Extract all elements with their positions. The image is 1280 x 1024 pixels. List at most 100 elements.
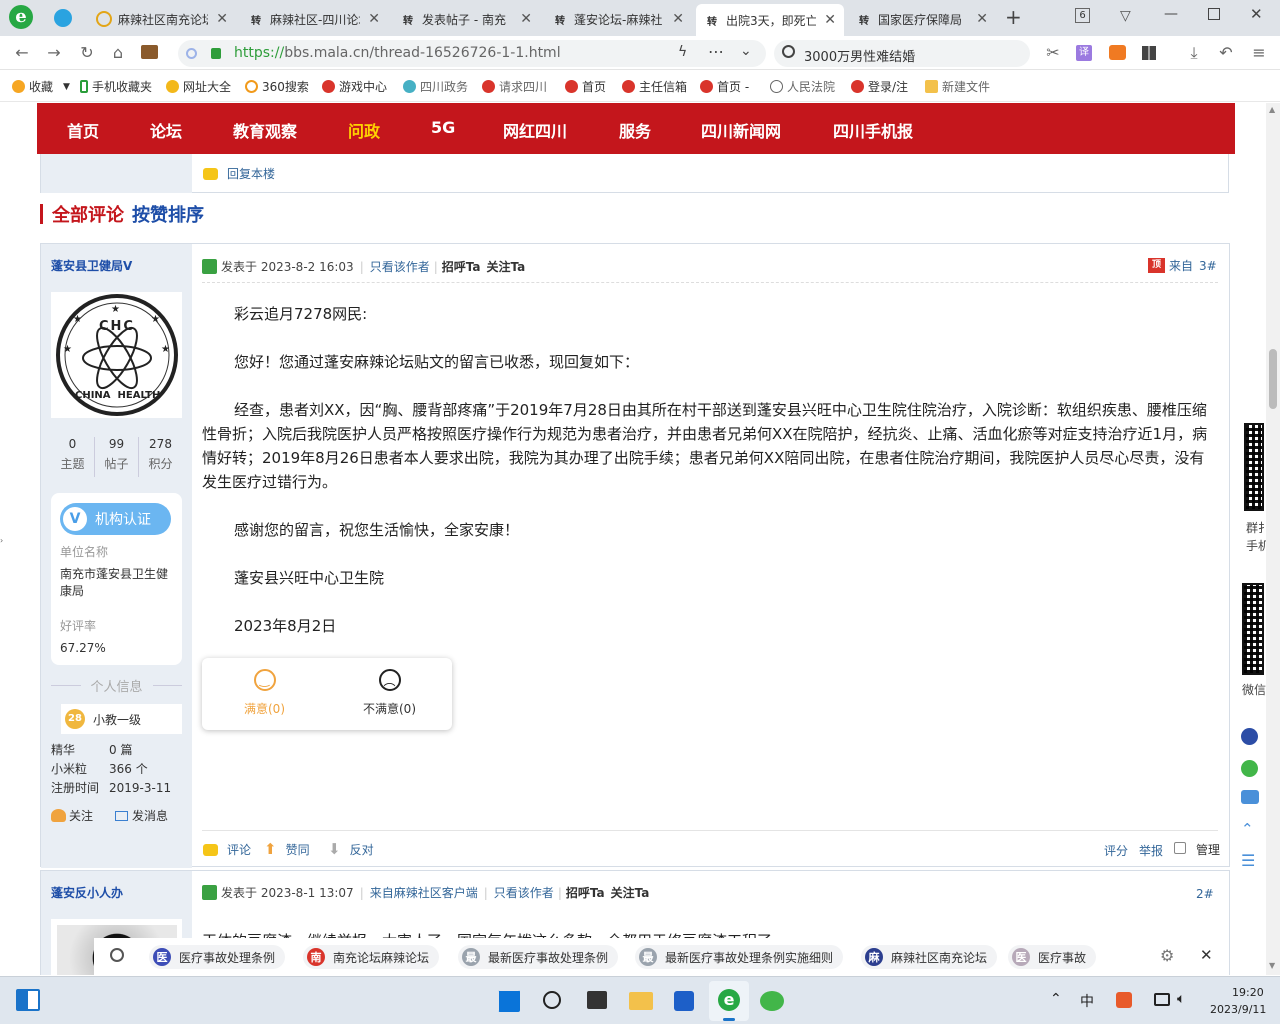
undo-icon[interactable]: ↶ (1216, 43, 1236, 63)
tab-count-badge[interactable]: 6 (1075, 8, 1090, 23)
url-bar[interactable]: https://bbs.mala.cn/thread-16526726-1-1.… (178, 40, 766, 67)
translate-icon[interactable]: 译 (1076, 45, 1092, 61)
search-icon[interactable] (543, 991, 561, 1009)
nav-item[interactable]: 论坛 (150, 118, 182, 142)
send-message-button[interactable]: 发消息 (115, 807, 168, 824)
left-edge-arrow-icon[interactable]: › (0, 536, 3, 545)
bookmark-item[interactable]: 360搜索 (245, 78, 309, 95)
related-tag[interactable]: 医 医疗事故处理条例 (149, 945, 286, 969)
tab-6[interactable]: 转 国家医疗保障局 ✕ (848, 4, 996, 34)
nav-item[interactable]: 服务 (619, 118, 651, 142)
scrollbar-thumb[interactable] (1269, 349, 1277, 409)
like-button[interactable]: ⬆ 赞同 (264, 840, 310, 858)
more-icon[interactable]: ⋯ (708, 42, 724, 61)
nav-item[interactable]: 教育观察 (233, 118, 297, 142)
rate-link[interactable]: 评分 (1104, 842, 1128, 859)
ime-indicator[interactable]: 中 (1080, 991, 1094, 1011)
bookmark-item[interactable]: 首页 (565, 78, 606, 95)
all-comments-tab[interactable]: 全部评论 (52, 201, 124, 227)
follow-button[interactable]: 关注 (51, 807, 93, 824)
bookmark-item[interactable]: 主任信箱 (622, 78, 687, 95)
minimize-button[interactable]: — (1164, 6, 1178, 22)
oppose-button[interactable]: ⬇ 反对 (328, 840, 374, 858)
clock-time[interactable]: 19:20 (1232, 986, 1264, 999)
scroll-down-icon[interactable]: ▼ (1269, 961, 1275, 970)
link-icon[interactable] (1241, 728, 1258, 745)
home-icon[interactable]: ⌂ (108, 43, 128, 63)
related-tag[interactable]: 最 最新医疗事故处理条例 (458, 945, 619, 969)
qr-code-icon[interactable] (1244, 423, 1264, 511)
only-author-link[interactable]: 只看该作者 (494, 884, 554, 901)
close-icon[interactable]: ✕ (672, 11, 684, 27)
close-icon[interactable]: ✕ (520, 11, 532, 27)
bookmark-item[interactable]: 首页 - (700, 78, 749, 95)
related-tag[interactable]: 麻 麻辣社区南充论坛 (861, 945, 998, 969)
author-name[interactable]: 蓬安反小人办 (51, 884, 123, 901)
stat-topics[interactable]: 0 主题 (51, 437, 95, 477)
tab-3[interactable]: 转 发表帖子 - 南充 ✕ (392, 4, 540, 34)
lightning-icon[interactable]: ϟ (678, 44, 687, 60)
maximize-button[interactable] (1208, 8, 1220, 20)
reply-floor-link[interactable]: 回复本楼 (203, 165, 275, 182)
bookmark-item[interactable]: 游戏中心 (322, 78, 387, 95)
related-tag[interactable]: 医 医疗事故 (1008, 945, 1097, 969)
back-to-top-icon[interactable]: ⌃ (1241, 820, 1254, 838)
bookmark-item[interactable]: 登录/注 (851, 78, 908, 95)
list-icon[interactable]: ☰ (1241, 851, 1255, 870)
stat-points[interactable]: 278 积分 (139, 437, 182, 477)
telegram-icon[interactable] (54, 9, 72, 27)
briefcase-icon[interactable] (141, 45, 158, 59)
scroll-up-icon[interactable]: ▲ (1269, 105, 1275, 114)
floor-number[interactable]: 3# (1199, 259, 1217, 273)
tab-4[interactable]: 转 蓬安论坛-麻辣社 ✕ (544, 4, 692, 34)
sogou-icon[interactable] (1116, 992, 1132, 1008)
url-text[interactable]: https://bbs.mala.cn/thread-16526726-1-1.… (234, 45, 561, 61)
client-link[interactable]: 来自麻辣社区客户端 (370, 884, 478, 901)
forward-icon[interactable]: → (44, 43, 64, 63)
new-tab-button[interactable]: + (1005, 5, 1022, 29)
tab-1[interactable]: 麻辣社区南充论坛 ✕ (88, 4, 236, 34)
nav-item[interactable]: 四川手机报 (833, 118, 913, 142)
volume-icon[interactable]: 🔈︎ (1177, 991, 1185, 1007)
follow-ta-link[interactable]: 关注Ta (487, 258, 526, 275)
chevron-down-icon[interactable]: ⌄ (740, 43, 752, 59)
apps-icon[interactable] (1142, 46, 1156, 60)
close-icon[interactable]: ✕ (1200, 946, 1213, 964)
file-explorer-icon[interactable] (629, 992, 653, 1010)
greet-link[interactable]: 招呼Ta (566, 884, 605, 901)
manage-checkbox[interactable] (1174, 842, 1186, 854)
bookmark-item[interactable]: 四川政务 (403, 78, 468, 95)
scissors-icon[interactable]: ✂ (1043, 43, 1063, 63)
back-icon[interactable]: ← (12, 43, 32, 63)
search-input[interactable]: 3000万男性难结婚 (804, 46, 915, 65)
widgets-icon[interactable] (16, 989, 40, 1011)
start-icon[interactable] (498, 990, 520, 1012)
browser-taskbar-icon[interactable]: e (709, 981, 749, 1021)
bookmark-item[interactable]: 收藏 ▼ (12, 78, 70, 95)
close-icon[interactable]: ✕ (216, 11, 228, 27)
close-icon[interactable]: ✕ (976, 11, 988, 27)
clock-date[interactable]: 2023/9/11 (1210, 1003, 1266, 1016)
game-icon[interactable] (1109, 45, 1126, 60)
greet-link[interactable]: 招呼Ta (442, 258, 481, 275)
window-close-button[interactable]: ✕ (1250, 5, 1263, 23)
reload-icon[interactable]: ↻ (77, 43, 97, 63)
close-icon[interactable]: ✕ (368, 11, 380, 27)
task-view-icon[interactable] (587, 991, 607, 1009)
wechat-icon[interactable] (760, 991, 784, 1011)
network-icon[interactable] (1154, 993, 1170, 1006)
follow-ta-link[interactable]: 关注Ta (611, 884, 650, 901)
satisfied-button[interactable]: ‿ 满意(0) (202, 658, 327, 730)
nav-item[interactable]: 网红四川 (503, 118, 567, 142)
sort-by-likes-tab[interactable]: 按赞排序 (132, 201, 204, 227)
page-scrollbar[interactable]: ▲ ▼ (1266, 103, 1280, 975)
lock-icon[interactable] (211, 48, 221, 59)
tab-2[interactable]: 转 麻辣社区-四川论坛 ✕ (240, 4, 388, 34)
floor-number[interactable]: 2# (1196, 887, 1214, 901)
qr-code-icon[interactable] (1242, 583, 1264, 675)
shirt-icon[interactable]: ▽ (1120, 8, 1131, 24)
unsatisfied-button[interactable]: ︵ 不满意(0) (327, 658, 452, 730)
avatar[interactable]: ★ ★ ★ ★ ★ CHC CHINA HEALTH (51, 292, 182, 418)
nav-item-active[interactable]: 问政 (348, 118, 380, 142)
settings-icon[interactable]: ⚙ (1160, 946, 1174, 965)
